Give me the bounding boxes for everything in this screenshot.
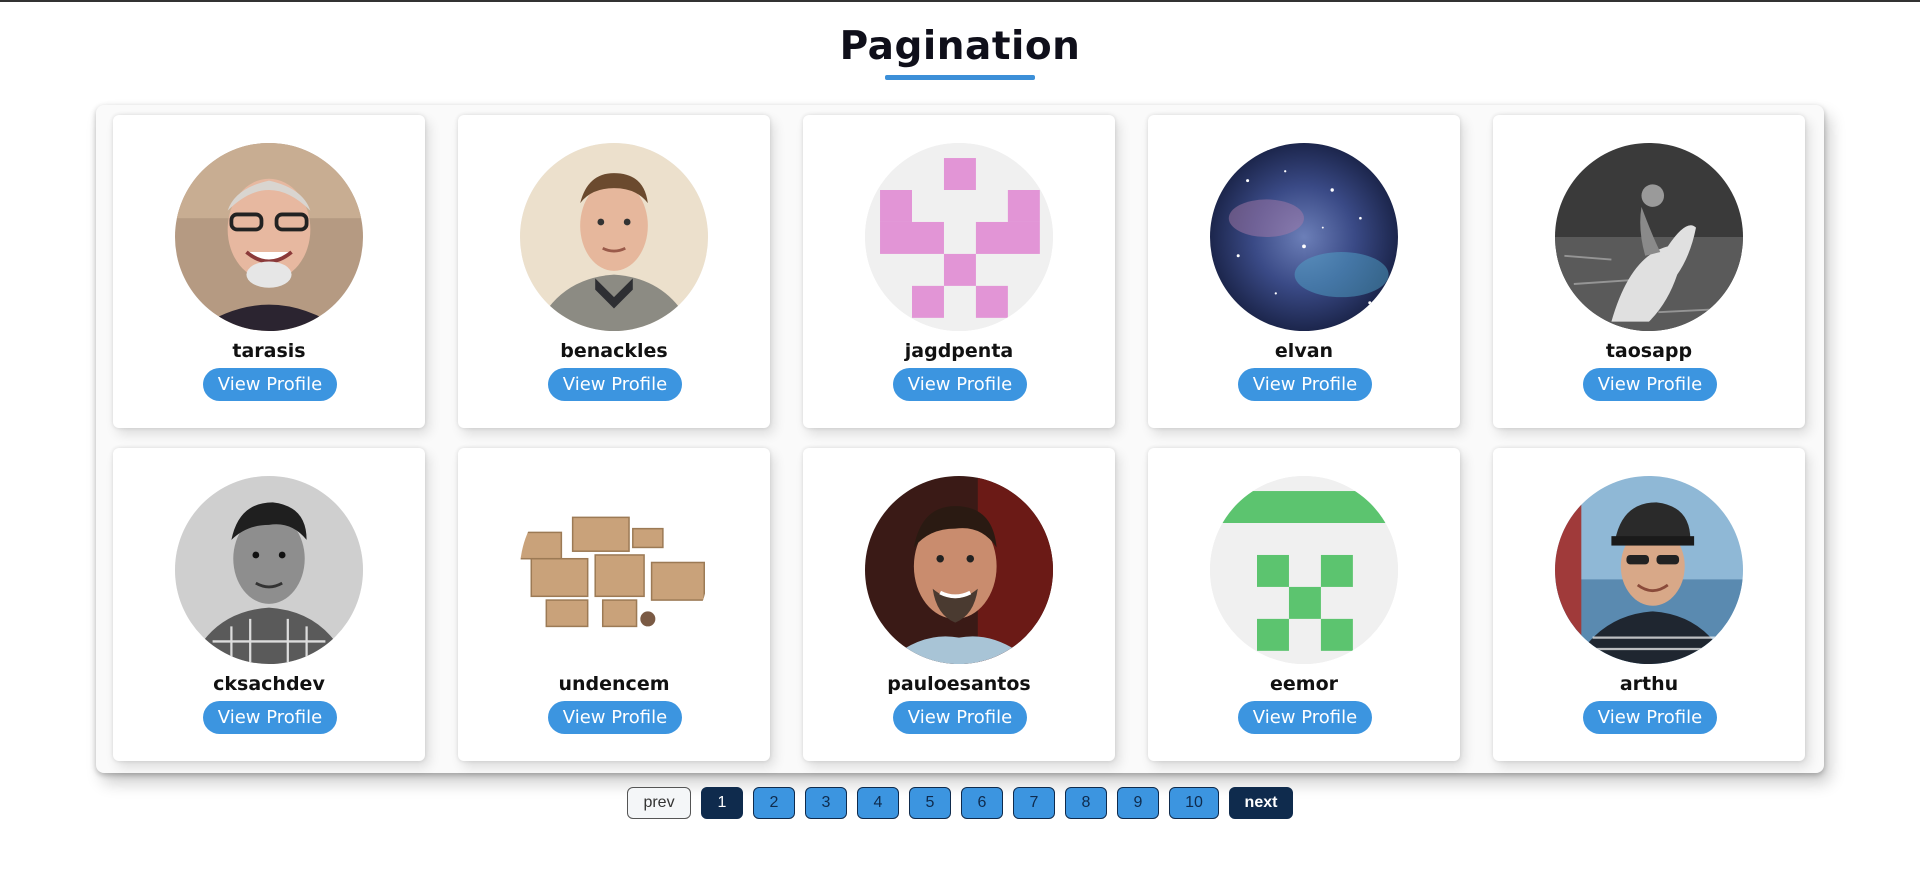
page-button-9[interactable]: 9 <box>1117 787 1159 819</box>
profiles-grid: tarasis View Profile benackles View Prof… <box>113 115 1805 761</box>
avatar <box>1555 476 1743 664</box>
username: cksachdev <box>213 673 325 695</box>
profile-card: pauloesantos View Profile <box>803 448 1115 761</box>
photo-man-cap-avatar-icon <box>1555 476 1743 664</box>
view-profile-button[interactable]: View Profile <box>1583 701 1717 734</box>
identicon-green-avatar-icon <box>1210 476 1398 664</box>
view-profile-button[interactable]: View Profile <box>1238 701 1372 734</box>
bw-photo-man-avatar-icon <box>175 476 363 664</box>
username: pauloesantos <box>887 673 1031 695</box>
profile-card: cksachdev View Profile <box>113 448 425 761</box>
page-button-2[interactable]: 2 <box>753 787 795 819</box>
page-button-3[interactable]: 3 <box>805 787 847 819</box>
view-profile-button[interactable]: View Profile <box>893 368 1027 401</box>
username: tarasis <box>232 340 306 362</box>
page-button-10[interactable]: 10 <box>1169 787 1219 819</box>
profile-card: jagdpenta View Profile <box>803 115 1115 428</box>
page-button-6[interactable]: 6 <box>961 787 1003 819</box>
profile-card: undencem View Profile <box>458 448 770 761</box>
username: eemor <box>1270 673 1338 695</box>
profile-card: elvan View Profile <box>1148 115 1460 428</box>
username: undencem <box>558 673 670 695</box>
page-title: Pagination <box>839 24 1081 69</box>
username: elvan <box>1274 340 1334 362</box>
profiles-panel: tarasis View Profile benackles View Prof… <box>96 105 1824 773</box>
title-underline <box>885 75 1035 80</box>
avatar <box>865 476 1053 664</box>
profile-card: taosapp View Profile <box>1493 115 1805 428</box>
galaxy-avatar-icon <box>1210 143 1398 331</box>
page-header: Pagination <box>0 24 1920 80</box>
page-button-8[interactable]: 8 <box>1065 787 1107 819</box>
avatar <box>175 476 363 664</box>
username: arthu <box>1619 673 1679 695</box>
page-button-4[interactable]: 4 <box>857 787 899 819</box>
top-border <box>0 0 1920 2</box>
profile-card: eemor View Profile <box>1148 448 1460 761</box>
view-profile-button[interactable]: View Profile <box>1583 368 1717 401</box>
username: taosapp <box>1605 340 1693 362</box>
avatar <box>520 143 708 331</box>
profile-card: tarasis View Profile <box>113 115 425 428</box>
page-button-1[interactable]: 1 <box>701 787 743 819</box>
view-profile-button[interactable]: View Profile <box>548 368 682 401</box>
pagination: prev 1 2 3 4 5 6 7 8 9 10 next <box>627 787 1293 819</box>
bw-horse-rider-avatar-icon <box>1555 143 1743 331</box>
photo-man-glasses-avatar-icon <box>175 143 363 331</box>
username: jagdpenta <box>904 340 1014 362</box>
page-button-5[interactable]: 5 <box>909 787 951 819</box>
avatar <box>1210 476 1398 664</box>
page-button-7[interactable]: 7 <box>1013 787 1055 819</box>
username: benackles <box>560 340 668 362</box>
photo-man-avatar-icon <box>520 143 708 331</box>
identicon-pink-avatar-icon <box>865 143 1053 331</box>
view-profile-button[interactable]: View Profile <box>548 701 682 734</box>
view-profile-button[interactable]: View Profile <box>203 368 337 401</box>
avatar <box>175 143 363 331</box>
profile-card: benackles View Profile <box>458 115 770 428</box>
view-profile-button[interactable]: View Profile <box>893 701 1027 734</box>
view-profile-button[interactable]: View Profile <box>203 701 337 734</box>
next-button[interactable]: next <box>1229 787 1293 819</box>
view-profile-button[interactable]: View Profile <box>1238 368 1372 401</box>
avatar <box>865 143 1053 331</box>
profile-card: arthu View Profile <box>1493 448 1805 761</box>
boxes-avatar-icon <box>520 476 708 664</box>
avatar <box>1555 143 1743 331</box>
photo-man-smiling-avatar-icon <box>865 476 1053 664</box>
avatar <box>520 476 708 664</box>
prev-button[interactable]: prev <box>627 787 691 819</box>
avatar <box>1210 143 1398 331</box>
